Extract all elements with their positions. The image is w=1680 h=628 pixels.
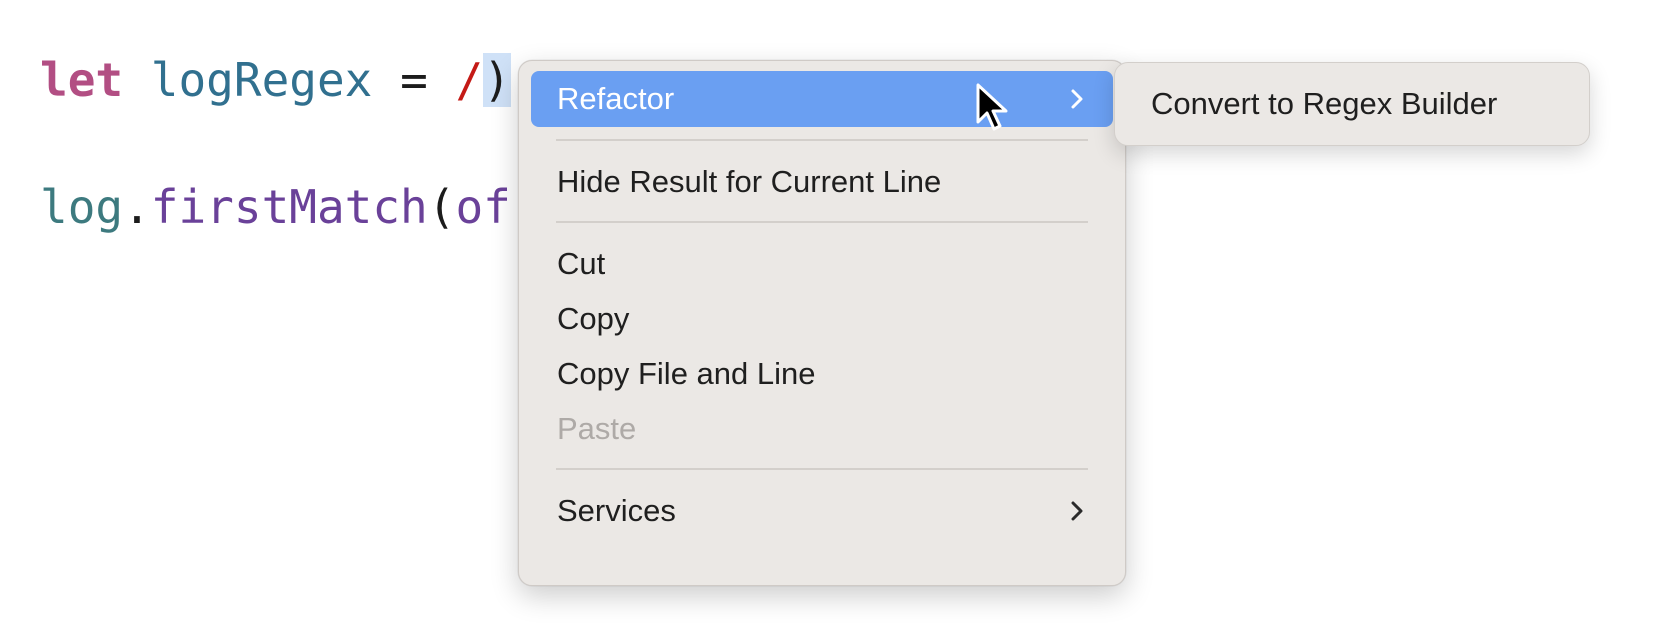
menu-item-cut[interactable]: Cut: [531, 236, 1113, 292]
method-firstMatch: firstMatch: [150, 180, 428, 234]
menu-item-copy-file-and-line[interactable]: Copy File and Line: [531, 346, 1113, 402]
menu-item-label: Services: [557, 493, 676, 528]
code-line-1[interactable]: let logRegex = /): [40, 50, 511, 110]
regex-delimiter: /: [455, 53, 484, 107]
menu-item-label: Hide Result for Current Line: [557, 164, 942, 199]
menu-item-convert-to-regex-builder[interactable]: Convert to Regex Builder: [1151, 76, 1497, 132]
menu-item-label: Copy File and Line: [557, 356, 816, 391]
menu-item-copy[interactable]: Copy: [531, 291, 1113, 347]
context-menu: Refactor Hide Result for Current Line Cu…: [518, 60, 1126, 586]
assignment-operator: =: [400, 53, 428, 107]
menu-separator: [556, 468, 1088, 470]
menu-item-label: Cut: [557, 246, 606, 281]
menu-item-label: Refactor: [557, 81, 675, 116]
menu-item-label: Paste: [557, 411, 637, 446]
menu-separator: [556, 221, 1088, 223]
open-paren: (: [427, 180, 456, 234]
menu-separator: [556, 139, 1088, 141]
chevron-right-icon: [1071, 89, 1083, 109]
member-dot: .: [123, 180, 151, 234]
chevron-right-icon: [1071, 501, 1083, 521]
menu-item-hide-result[interactable]: Hide Result for Current Line: [531, 154, 1113, 210]
refactor-submenu: Convert to Regex Builder: [1114, 62, 1590, 146]
argument-label: of: [455, 180, 511, 234]
mouse-cursor-icon: [976, 83, 1008, 131]
menu-item-refactor[interactable]: Refactor: [531, 71, 1113, 127]
menu-item-label: Copy: [557, 301, 630, 336]
identifier-logRegex: logRegex: [150, 53, 373, 107]
identifier-log: log: [40, 180, 124, 234]
menu-item-services[interactable]: Services: [531, 483, 1113, 539]
code-line-2[interactable]: log.firstMatch(of: [40, 177, 511, 237]
text-selection[interactable]: ): [483, 53, 511, 107]
keyword-let: let: [40, 53, 124, 107]
menu-item-paste: Paste: [531, 401, 1113, 457]
